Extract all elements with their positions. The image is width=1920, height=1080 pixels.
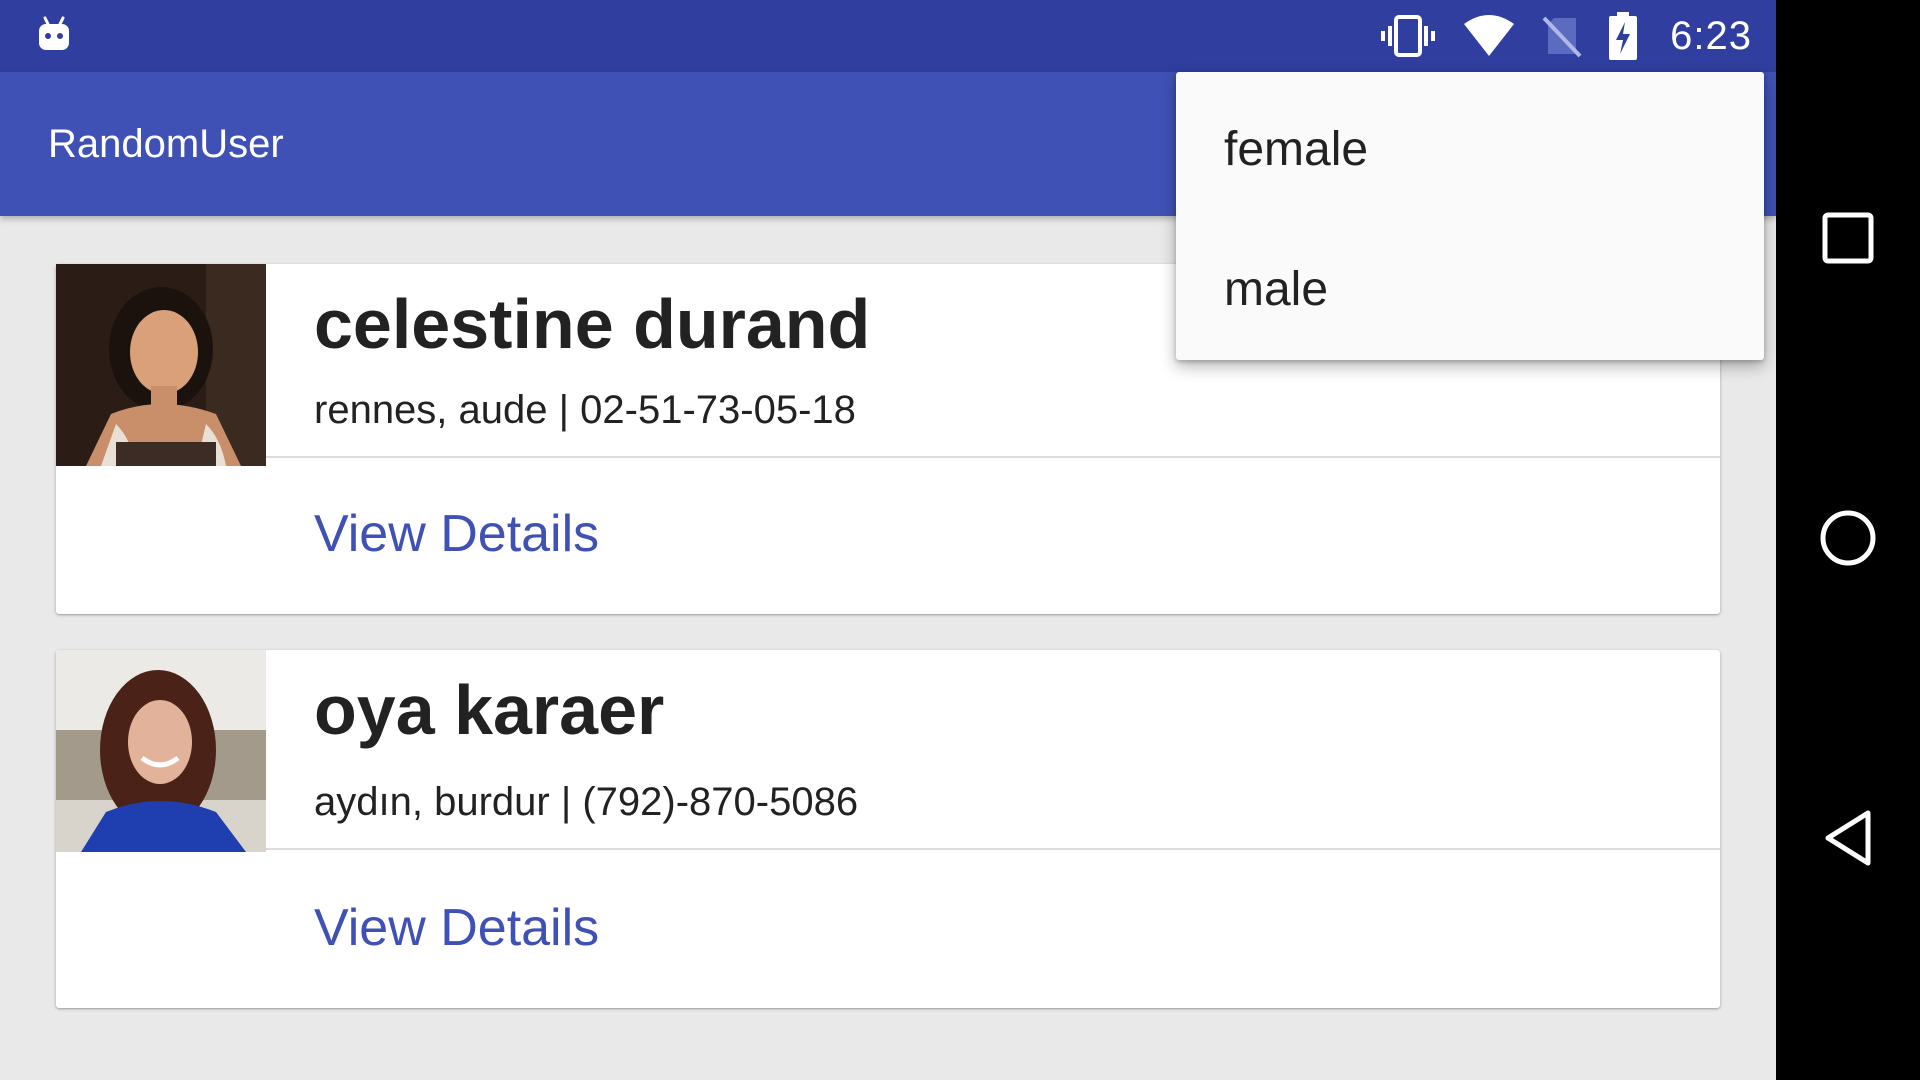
- status-time: 6:23: [1670, 13, 1752, 58]
- view-details-button[interactable]: View Details: [314, 898, 599, 958]
- avatar: [56, 650, 266, 852]
- back-icon: [1822, 809, 1874, 872]
- avatar: [56, 264, 266, 466]
- menu-item-male[interactable]: male: [1176, 216, 1764, 360]
- view-details-button[interactable]: View Details: [314, 504, 599, 564]
- screen: 6:23 RandomUser celestine durand rennes,…: [0, 0, 1776, 1080]
- home-icon: [1819, 509, 1877, 572]
- card-divider: [266, 848, 1720, 850]
- battery-charging-icon: [1608, 12, 1638, 60]
- vibrate-icon: [1380, 14, 1436, 58]
- user-name: oya karaer: [314, 671, 665, 749]
- navigation-bar: [1776, 0, 1920, 1080]
- home-button[interactable]: [1812, 504, 1884, 576]
- menu-item-label: male: [1224, 263, 1329, 316]
- card-divider: [266, 456, 1720, 458]
- wifi-icon: [1462, 14, 1516, 58]
- status-bar: 6:23: [0, 0, 1776, 72]
- user-card: oya karaer aydın, burdur | (792)-870-508…: [56, 650, 1720, 1008]
- menu-item-label: female: [1224, 123, 1369, 176]
- recents-icon: [1822, 212, 1874, 269]
- gender-filter-menu: female male: [1176, 72, 1764, 360]
- no-sim-icon: [1542, 14, 1582, 58]
- app-title: RandomUser: [48, 122, 284, 166]
- status-icons: 6:23: [1380, 10, 1752, 62]
- user-name: celestine durand: [314, 285, 871, 363]
- menu-item-female[interactable]: female: [1176, 72, 1764, 216]
- user-location-phone: aydın, burdur | (792)-870-5086: [314, 780, 859, 824]
- android-debug-icon: [36, 16, 72, 52]
- recents-button[interactable]: [1812, 204, 1884, 276]
- back-button[interactable]: [1812, 804, 1884, 876]
- user-location-phone: rennes, aude | 02-51-73-05-18: [314, 388, 856, 432]
